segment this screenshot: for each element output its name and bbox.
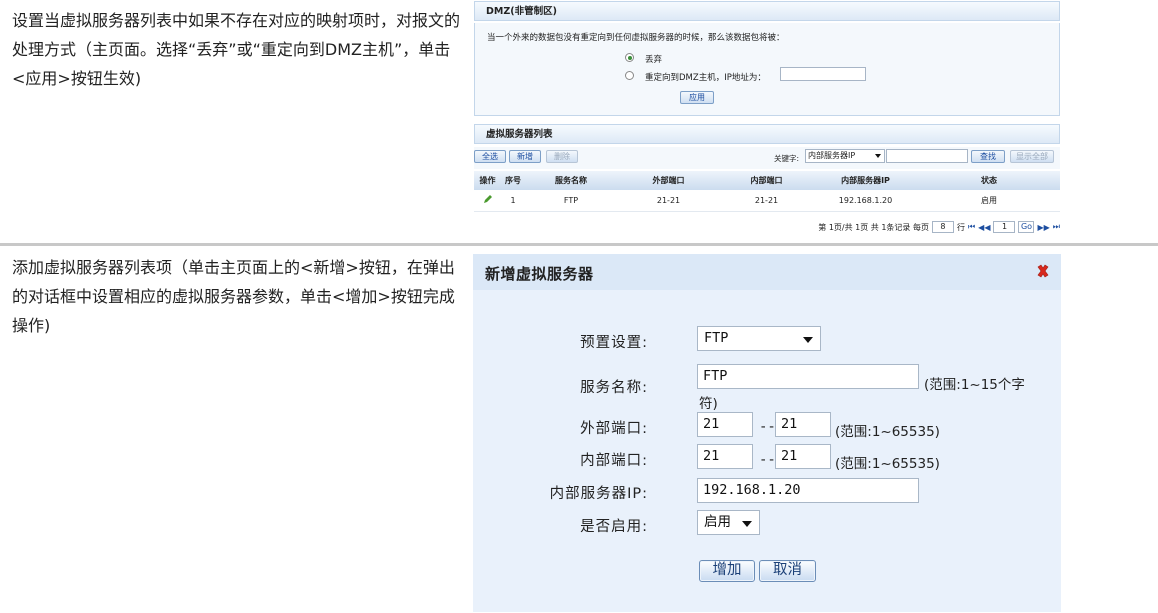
- router-main-page-screenshot: DMZ(非管制区) 当一个外来的数据包没有重定向到任何虚拟服务器的时候，那么该数…: [474, 1, 1060, 241]
- show-all-button[interactable]: 显示全部: [1010, 150, 1054, 163]
- edit-cell[interactable]: [474, 190, 501, 212]
- drop-label: 丢弃: [645, 55, 663, 65]
- enable-value: 启用: [704, 514, 731, 530]
- dialog-header: 新增虚拟服务器: [473, 254, 1061, 290]
- close-icon[interactable]: [1036, 264, 1050, 278]
- col-header-service: 服务名称: [525, 171, 617, 190]
- row-ext-port: 21-21: [617, 190, 720, 212]
- new-button[interactable]: 新增: [509, 150, 541, 163]
- row-service: FTP: [525, 190, 617, 212]
- vs-list-toolbar: 全选 新增 删除 关键字: 内部服务器IP 查找 显示全部: [474, 147, 1060, 169]
- search-label: 关键字:: [774, 154, 800, 163]
- redirect-dmz-radio[interactable]: [625, 71, 634, 80]
- server-ip-label: 内部服务器IP:: [549, 486, 648, 502]
- drop-radio[interactable]: [625, 53, 634, 62]
- enable-label: 是否启用:: [580, 519, 648, 535]
- ext-port-end-input[interactable]: 21: [775, 412, 831, 437]
- redirect-dmz-label: 重定向到DMZ主机，IP地址为：: [645, 73, 766, 83]
- row-description: 添加虚拟服务器列表项（单击主页面上的<新增>按钮，在弹出的对话框中设置相应的虚拟…: [12, 258, 455, 335]
- row-dmz-settings: 设置当虚拟服务器列表中如果不存在对应的映射项时，对报文的处理方式（主页面。选择“…: [0, 0, 1158, 243]
- row-ip: 192.168.1.20: [813, 190, 918, 212]
- vs-list-title: 虚拟服务器列表: [474, 124, 1060, 144]
- int-port-start-input[interactable]: 21: [697, 444, 753, 469]
- col-header-int-port: 内部端口: [720, 171, 813, 190]
- chevron-down-icon: [742, 521, 752, 527]
- ext-port-hint: (范围:1~65535): [835, 424, 940, 440]
- service-name-hint: (范围:1~15个字: [924, 377, 1025, 393]
- row-add-virtual-server: 添加虚拟服务器列表项（单击主页面上的<新增>按钮，在弹出的对话框中设置相应的虚拟…: [0, 247, 1158, 613]
- search-input[interactable]: [886, 149, 968, 163]
- search-button[interactable]: 查找: [971, 150, 1005, 163]
- row-description: 设置当虚拟服务器列表中如果不存在对应的映射项时，对报文的处理方式（主页面。选择“…: [12, 11, 461, 88]
- port-range-separator: --: [759, 452, 776, 468]
- apply-button[interactable]: 应用: [680, 91, 714, 104]
- preset-label: 预置设置:: [580, 335, 648, 351]
- col-header-status: 状态: [918, 171, 1060, 190]
- ext-port-label: 外部端口:: [580, 421, 648, 437]
- table-row: 1 FTP 21-21 21-21 192.168.1.20 启用: [474, 190, 1060, 212]
- dmz-section-title: DMZ(非管制区): [474, 1, 1060, 21]
- pager-goto-label: 行: [956, 222, 965, 232]
- col-header-action: 操作: [474, 171, 501, 190]
- table-header-row: 操作 序号 服务名称 外部端口 内部端口 内部服务器IP 状态: [474, 171, 1060, 190]
- last-page-icon[interactable]: ⏭: [1053, 222, 1060, 232]
- chevron-down-icon: [803, 337, 813, 343]
- dmz-section: 当一个外来的数据包没有重定向到任何虚拟服务器的时候，那么该数据包将被： 丢弃 重…: [474, 23, 1060, 115]
- search-field-select[interactable]: 内部服务器IP: [805, 149, 885, 163]
- int-port-end-input[interactable]: 21: [775, 444, 831, 469]
- port-range-separator: --: [759, 419, 776, 435]
- preset-value: FTP: [704, 330, 729, 346]
- col-header-ip: 内部服务器IP: [813, 171, 918, 190]
- service-name-label: 服务名称:: [580, 380, 648, 396]
- row-status: 启用: [918, 190, 1060, 212]
- service-name-input[interactable]: FTP: [697, 364, 919, 389]
- delete-button[interactable]: 删除: [546, 150, 578, 163]
- pager: 第 1页/共 1页 共 1条记录 每页 8 行 ⏮ ◀◀ 1 Go ▶▶ ⏭: [818, 221, 1060, 233]
- dmz-ip-input[interactable]: [780, 67, 866, 81]
- row-divider: [0, 243, 1158, 246]
- next-page-icon[interactable]: ▶▶: [1037, 223, 1049, 232]
- add-virtual-server-dialog: 新增虚拟服务器 预置设置: FTP 服务名称: FTP (范围:1~15个字 符…: [473, 254, 1061, 612]
- prev-page-icon[interactable]: ◀◀: [978, 223, 990, 232]
- service-name-hint-cont: 符): [699, 396, 718, 412]
- vs-table: 操作 序号 服务名称 外部端口 内部端口 内部服务器IP 状态 1 FTP 21…: [474, 171, 1060, 212]
- goto-page-input[interactable]: 1: [993, 221, 1016, 233]
- enable-select[interactable]: 启用: [697, 510, 760, 535]
- chevron-down-icon: [875, 154, 881, 158]
- cancel-button[interactable]: 取消: [759, 560, 816, 582]
- preset-select[interactable]: FTP: [697, 326, 821, 351]
- edit-pencil-icon[interactable]: [482, 193, 494, 205]
- dmz-description: 当一个外来的数据包没有重定向到任何虚拟服务器的时候，那么该数据包将被：: [487, 33, 785, 43]
- search-field-value: 内部服务器IP: [808, 151, 856, 160]
- int-port-label: 内部端口:: [580, 453, 648, 469]
- col-header-index: 序号: [501, 171, 525, 190]
- dialog-title: 新增虚拟服务器: [485, 265, 594, 283]
- int-port-hint: (范围:1~65535): [835, 456, 940, 472]
- first-page-icon[interactable]: ⏮: [968, 222, 975, 232]
- col-header-ext-port: 外部端口: [617, 171, 720, 190]
- section-divider: [474, 115, 1060, 121]
- server-ip-input[interactable]: 192.168.1.20: [697, 478, 919, 503]
- pager-info: 第 1页/共 1页 共 1条记录 每页: [818, 222, 929, 232]
- row-int-port: 21-21: [720, 190, 813, 212]
- go-button[interactable]: Go: [1018, 221, 1035, 233]
- page-size-input[interactable]: 8: [931, 221, 954, 233]
- select-all-button[interactable]: 全选: [474, 150, 506, 163]
- add-button[interactable]: 增加: [699, 560, 755, 582]
- ext-port-start-input[interactable]: 21: [697, 412, 753, 437]
- row-index: 1: [501, 190, 525, 212]
